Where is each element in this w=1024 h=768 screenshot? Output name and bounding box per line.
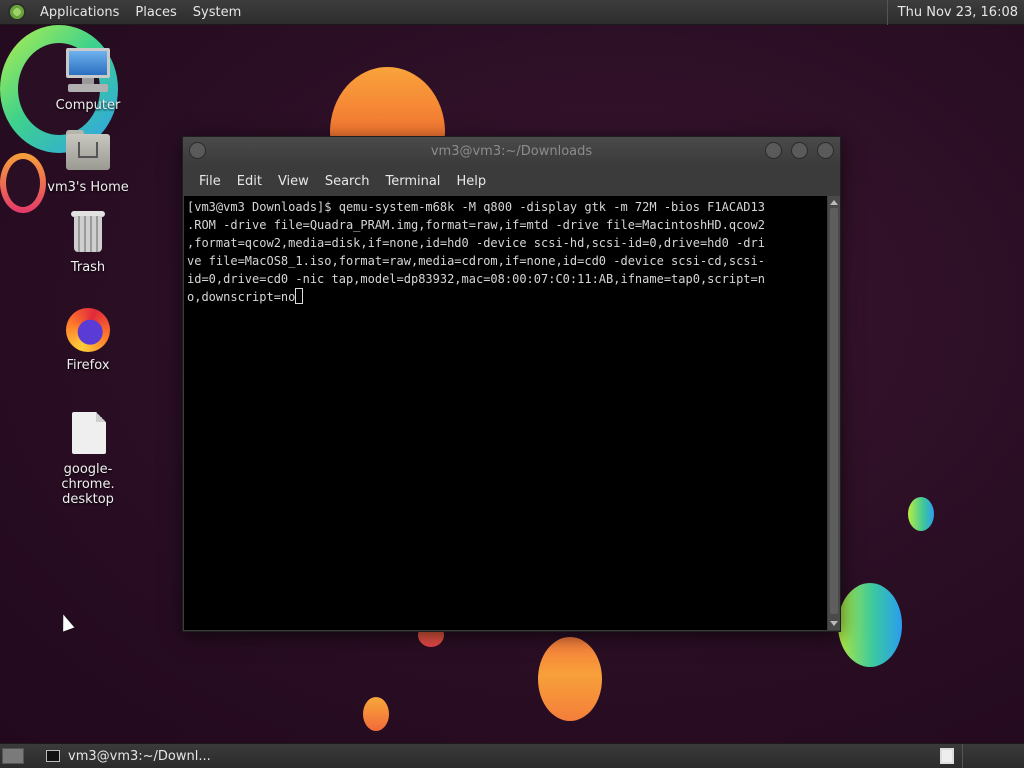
menu-edit[interactable]: Edit [229,174,270,189]
terminal-line: o,downscript=no [187,290,296,304]
decor-green-blob-small [908,497,934,531]
menu-terminal[interactable]: Terminal [377,174,448,189]
decor-orange-blob-small [363,697,389,731]
bottom-panel: vm3@vm3:~/Downl... [0,743,1024,768]
trash-icon [64,208,112,256]
desktop-icon-label: Firefox [66,358,110,373]
menu-help[interactable]: Help [448,174,494,189]
places-menu[interactable]: Places [127,5,184,20]
terminal-line: ,format=qcow2,media=disk,if=none,id=hd0 … [187,236,765,250]
desktop-icon-label: vm3's Home [47,180,129,195]
workspace-switcher[interactable] [940,748,954,764]
desktop-icon-computer[interactable]: Computer [38,46,138,113]
show-desktop-icon[interactable] [2,748,24,764]
terminal-window: vm3@vm3:~/Downloads File Edit View Searc… [182,136,841,632]
terminal-line-current: o,downscript=no [187,288,824,306]
desktop-icon-firefox[interactable]: Firefox [38,306,138,373]
home-folder-icon [64,128,112,176]
computer-icon [64,46,112,94]
terminal-line: id=0,drive=cd0 -nic tap,model=dp83932,ma… [187,272,765,286]
close-button[interactable] [817,142,834,159]
terminal-output[interactable]: [vm3@vm3 Downloads]$ qemu-system-m68k -M… [184,196,827,630]
menu-search[interactable]: Search [317,174,378,189]
window-title: vm3@vm3:~/Downloads [430,144,593,159]
text-cursor [295,288,304,304]
menu-file[interactable]: File [191,174,229,189]
terminal-line: .ROM -drive file=Quadra_PRAM.img,format=… [187,218,765,232]
taskbar-item-terminal[interactable]: vm3@vm3:~/Downl... [38,744,219,768]
decor-orange-blob-bottom [538,637,602,721]
desktop-icon-label: google-chrome. desktop [61,462,115,507]
panel-separator [962,744,963,768]
desktop-icon-label: Computer [55,98,121,113]
terminal-icon [46,750,60,762]
applications-menu[interactable]: Applications [32,5,127,20]
desktop-icon-trash[interactable]: Trash [38,208,138,275]
desktop-icon-chrome-desktop[interactable]: google-chrome. desktop [38,410,138,507]
terminal-line: ve file=MacOS8_1.iso,format=raw,media=cd… [187,254,765,268]
system-menu[interactable]: System [185,5,249,20]
terminal-line: [vm3@vm3 Downloads]$ qemu-system-m68k -M… [187,200,765,214]
desktop-icon-home[interactable]: vm3's Home [38,128,138,195]
menu-view[interactable]: View [270,174,317,189]
desktop-file-icon [64,410,112,458]
desktop-icon-label: Trash [70,260,106,275]
clock[interactable]: Thu Nov 23, 16:08 [886,0,1024,25]
scroll-down-arrow-icon[interactable] [830,621,838,626]
terminal-scrollbar[interactable] [828,196,840,630]
firefox-icon [64,306,112,354]
minimize-button[interactable] [765,142,782,159]
taskbar-item-label: vm3@vm3:~/Downl... [68,748,211,764]
terminal-menubar: File Edit View Search Terminal Help [183,167,840,195]
maximize-button[interactable] [791,142,808,159]
mate-logo-icon[interactable] [8,3,26,21]
scrollbar-thumb[interactable] [830,208,838,614]
top-panel: Applications Places System Thu Nov 23, 1… [0,0,1024,25]
scroll-up-arrow-icon[interactable] [830,200,838,205]
window-titlebar[interactable]: vm3@vm3:~/Downloads [183,137,840,167]
decor-green-blob [838,583,902,667]
